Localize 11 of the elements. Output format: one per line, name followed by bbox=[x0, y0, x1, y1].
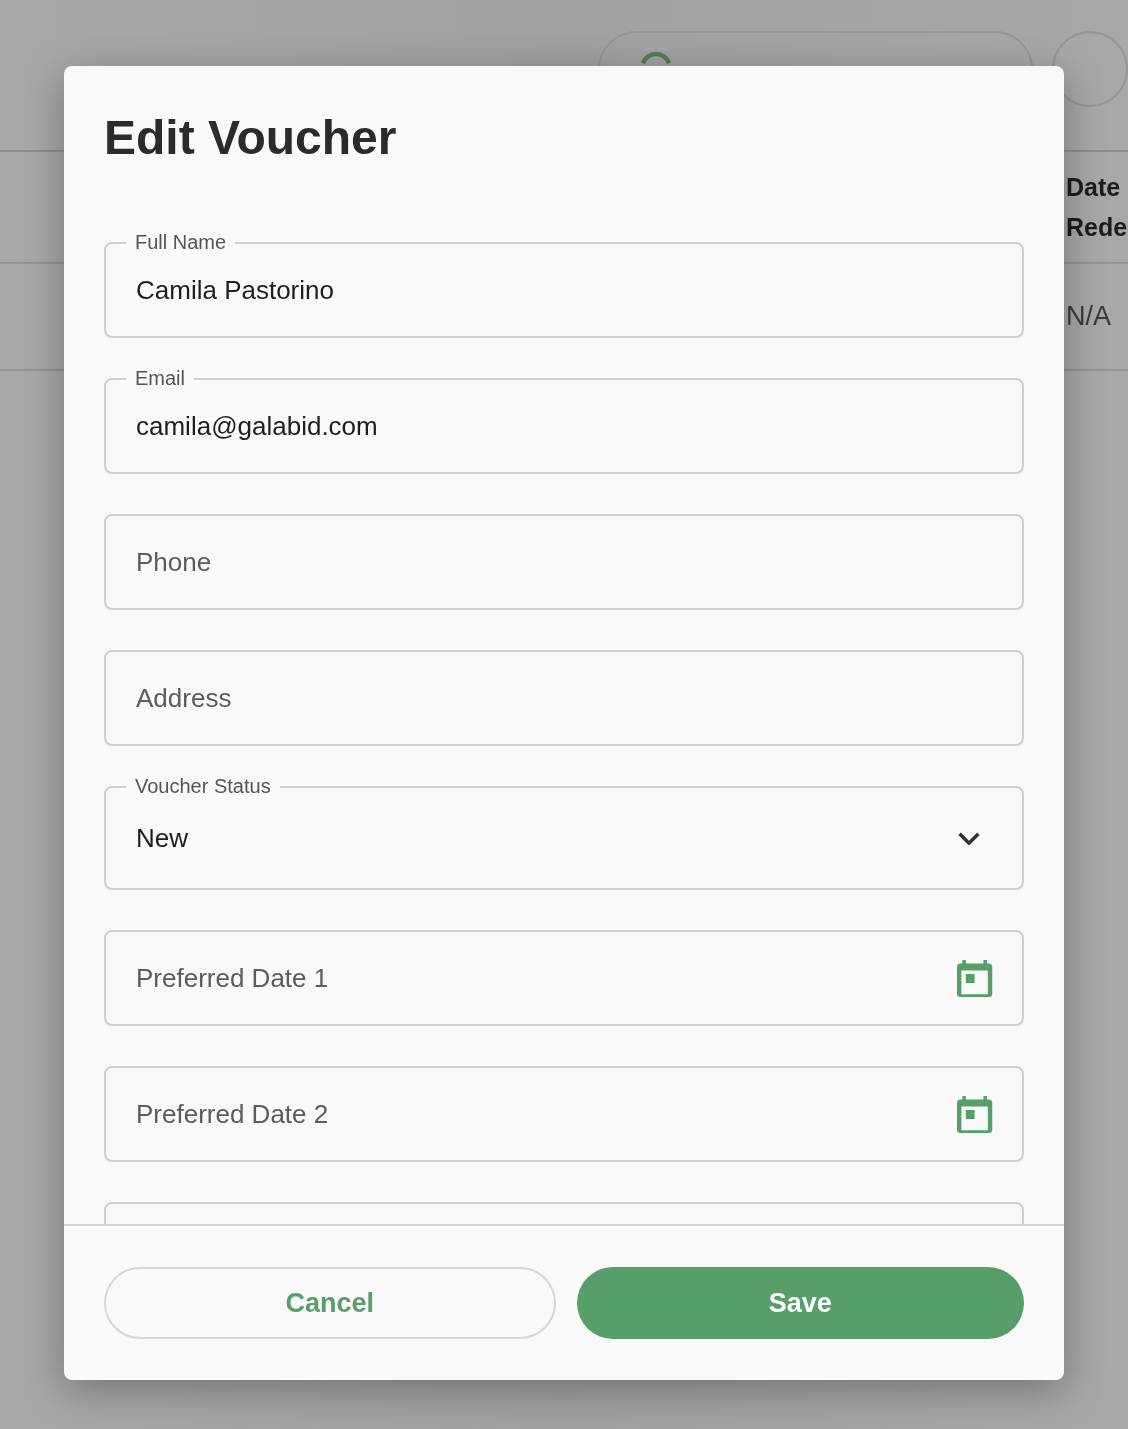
input-field[interactable]: Address bbox=[104, 650, 1024, 746]
table-cell-text: N/A bbox=[1066, 301, 1112, 332]
calendar-icon bbox=[957, 1095, 994, 1133]
input-field[interactable]: Phone bbox=[104, 514, 1024, 610]
dialog-title: Edit Voucher bbox=[104, 110, 398, 166]
calendar-icon bbox=[957, 959, 994, 997]
date-field[interactable]: Preferred Date 2 bbox=[104, 1066, 1024, 1162]
save-button[interactable]: Save bbox=[576, 1267, 1024, 1339]
column-header: Date Rede bbox=[1066, 172, 1128, 243]
date-field[interactable]: Preferred Date 1 bbox=[104, 930, 1024, 1026]
chevron-down-icon bbox=[958, 831, 980, 845]
